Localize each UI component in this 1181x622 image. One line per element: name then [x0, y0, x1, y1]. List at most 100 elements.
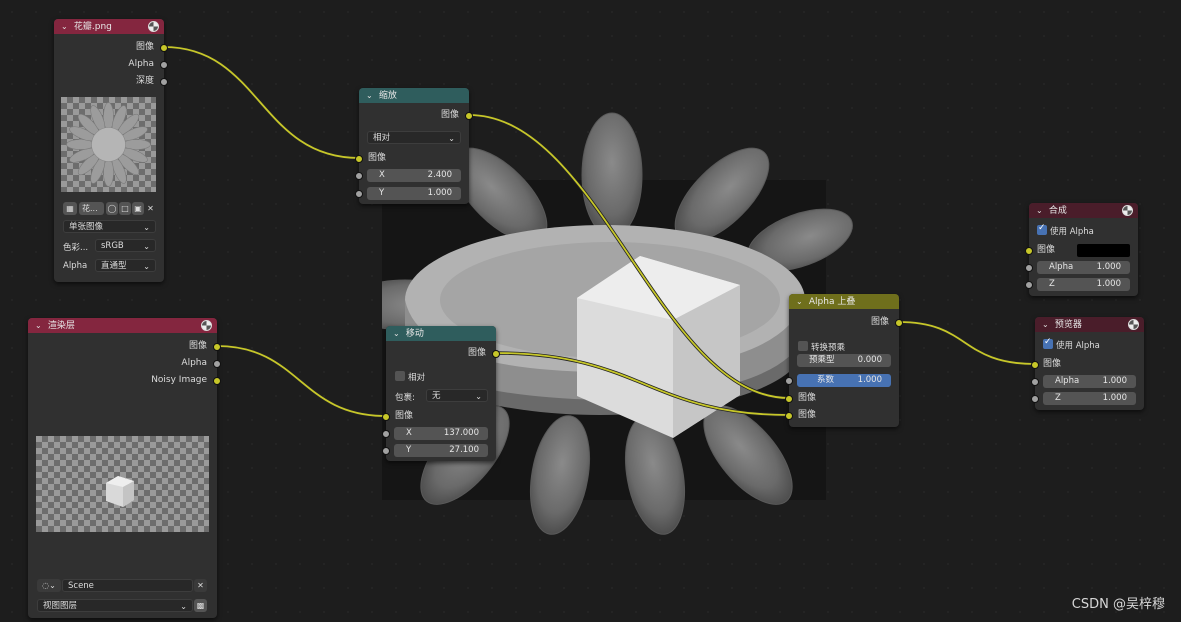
composite-node[interactable]: ⌄ 合成 使用 Alpha 图像 Alpha 1.000 Z 1.000: [1025, 203, 1138, 296]
socket-depth-out[interactable]: [160, 78, 168, 86]
translate-node-title: 移动: [405, 329, 424, 339]
alpha-over-node[interactable]: ⌄ Alpha 上叠 图像 转换预乘 预乘型 0.000 系数 1.000 图像…: [785, 294, 903, 427]
composite-color-swatch[interactable]: [1077, 244, 1130, 257]
open-folder-icon[interactable]: ▣: [132, 202, 144, 215]
collapse-icon[interactable]: ⌄: [393, 326, 403, 341]
socket-composite-z-in[interactable]: [1025, 281, 1033, 289]
socket-translate-out[interactable]: [492, 350, 500, 358]
premul-label: 预乘型: [809, 355, 835, 365]
alpha-over-header[interactable]: ⌄ Alpha 上叠: [789, 294, 899, 309]
socket-render-alpha-out[interactable]: [213, 360, 221, 368]
chevron-down-icon: ⌄: [475, 392, 482, 401]
viewer-alpha-label: Alpha: [1055, 376, 1080, 386]
preview-toggle-icon[interactable]: [1122, 205, 1133, 216]
scale-node-header[interactable]: ⌄ 缩放: [359, 88, 469, 103]
preview-toggle-icon[interactable]: [201, 320, 212, 331]
preview-toggle-icon[interactable]: [148, 21, 159, 32]
render-layers-header[interactable]: ⌄ 渲染层: [28, 318, 217, 333]
viewer-node[interactable]: ⌄ 预览器 使用 Alpha 图像 Alpha 1.000 Z 1.000: [1031, 317, 1144, 410]
scale-node[interactable]: ⌄ 缩放 图像 相对 ⌄ 图像 X 2.400 Y 1.000: [355, 88, 473, 204]
convert-premul-checkbox[interactable]: [798, 341, 808, 351]
collapse-icon[interactable]: ⌄: [61, 19, 71, 34]
socket-alphaover-out[interactable]: [895, 319, 903, 327]
viewer-use-alpha-checkbox[interactable]: [1043, 337, 1053, 349]
composite-use-alpha-checkbox[interactable]: [1037, 223, 1047, 235]
wrap-dropdown[interactable]: 无 ⌄: [426, 389, 488, 402]
composite-use-alpha-label: 使用 Alpha: [1050, 227, 1094, 237]
translate-y-label: Y: [406, 445, 412, 455]
colorspace-dropdown[interactable]: sRGB ⌄: [95, 239, 156, 252]
preview-toggle-icon[interactable]: [1128, 319, 1139, 330]
image-source-dropdown[interactable]: 单张图像 ⌄: [63, 220, 156, 233]
scale-mode-dropdown[interactable]: 相对 ⌄: [367, 131, 461, 144]
scale-x-field[interactable]: X 2.400: [367, 169, 461, 182]
socket-viewer-z-in[interactable]: [1031, 395, 1039, 403]
socket-scale-image-in[interactable]: [355, 155, 363, 163]
translate-x-label: X: [406, 428, 412, 438]
image-source-value: 单张图像: [69, 222, 104, 232]
alpha-mode-label: Alpha: [63, 261, 88, 271]
socket-translate-y-in[interactable]: [382, 447, 390, 455]
socket-scale-out[interactable]: [465, 112, 473, 120]
image-browse-button[interactable]: ▦: [63, 202, 77, 215]
socket-composite-alpha-in[interactable]: [1025, 264, 1033, 272]
colorspace-value: sRGB: [101, 241, 124, 251]
scene-clear-icon[interactable]: ✕: [194, 579, 207, 592]
socket-scale-y-in[interactable]: [355, 190, 363, 198]
socket-alpha-out[interactable]: [160, 61, 168, 69]
alpha-over-title: Alpha 上叠: [808, 297, 856, 307]
socket-scale-x-in[interactable]: [355, 172, 363, 180]
viewer-alpha-field[interactable]: Alpha 1.000: [1043, 375, 1136, 388]
render-preview-thumbnail: [36, 436, 209, 532]
factor-field[interactable]: 系数 1.000: [797, 374, 891, 387]
socket-viewer-image-in[interactable]: [1031, 361, 1039, 369]
scene-browse-button[interactable]: ◌⌄: [37, 579, 61, 592]
render-view-layer-icon[interactable]: ▩: [194, 599, 207, 612]
scale-input-label: 图像: [368, 153, 387, 163]
socket-alphaover-image2-in[interactable]: [785, 412, 793, 420]
view-layer-dropdown[interactable]: 视图图层 ⌄: [37, 599, 193, 612]
unlink-close-icon[interactable]: ✕: [145, 202, 156, 215]
scene-field[interactable]: Scene: [62, 579, 193, 592]
collapse-icon[interactable]: ⌄: [796, 294, 806, 309]
socket-render-image-out[interactable]: [213, 343, 221, 351]
render-layers-node[interactable]: ⌄ 渲染层 图像 Alpha Noisy Image ◌⌄ Scene ✕ 视图…: [28, 318, 221, 618]
socket-alphaover-image1-in[interactable]: [785, 395, 793, 403]
collapse-icon[interactable]: ⌄: [1036, 203, 1046, 218]
socket-render-noisy-out[interactable]: [213, 377, 221, 385]
factor-label: 系数: [817, 375, 835, 385]
translate-y-field[interactable]: Y 27.100: [394, 444, 488, 457]
scale-y-field[interactable]: Y 1.000: [367, 187, 461, 200]
output-depth-label: 深度: [135, 76, 154, 86]
alpha-mode-dropdown[interactable]: 直通型 ⌄: [95, 259, 156, 272]
translate-x-field[interactable]: X 137.000: [394, 427, 488, 440]
view-layer-value: 视图图层: [43, 601, 78, 611]
socket-factor-in[interactable]: [785, 377, 793, 385]
image-name-field[interactable]: 花...: [79, 202, 104, 215]
socket-composite-image-in[interactable]: [1025, 247, 1033, 255]
viewer-header[interactable]: ⌄ 预览器: [1035, 317, 1144, 332]
scale-output-label: 图像: [440, 110, 459, 120]
socket-translate-x-in[interactable]: [382, 430, 390, 438]
premul-field[interactable]: 预乘型 0.000: [797, 354, 891, 367]
new-image-icon[interactable]: □: [119, 202, 131, 215]
viewer-alpha-value: 1.000: [1102, 376, 1127, 386]
translate-node[interactable]: ⌄ 移动 图像 相对 包裹: 无 ⌄ 图像 X 137.000 Y 27.100: [382, 326, 500, 461]
viewer-z-field[interactable]: Z 1.000: [1043, 392, 1136, 405]
translate-node-header[interactable]: ⌄ 移动: [386, 326, 496, 341]
collapse-icon[interactable]: ⌄: [1042, 317, 1052, 332]
collapse-icon[interactable]: ⌄: [366, 88, 376, 103]
composite-z-field[interactable]: Z 1.000: [1037, 278, 1130, 291]
fake-user-icon[interactable]: ◯: [106, 202, 118, 215]
composite-alpha-field[interactable]: Alpha 1.000: [1037, 261, 1130, 274]
collapse-icon[interactable]: ⌄: [35, 318, 45, 333]
alpha-over-output-label: 图像: [870, 317, 889, 327]
composite-header[interactable]: ⌄ 合成: [1029, 203, 1138, 218]
image-node[interactable]: ⌄ 花瓣.png 图像 Alpha 深度 ▦ 花... ◯ □ ▣ ✕ 单张图像…: [54, 19, 168, 282]
socket-translate-image-in[interactable]: [382, 413, 390, 421]
image-node-header[interactable]: ⌄ 花瓣.png: [54, 19, 164, 34]
relative-checkbox[interactable]: [395, 371, 405, 381]
chevron-down-icon: ⌄: [448, 134, 455, 143]
socket-viewer-alpha-in[interactable]: [1031, 378, 1039, 386]
socket-image-out[interactable]: [160, 44, 168, 52]
